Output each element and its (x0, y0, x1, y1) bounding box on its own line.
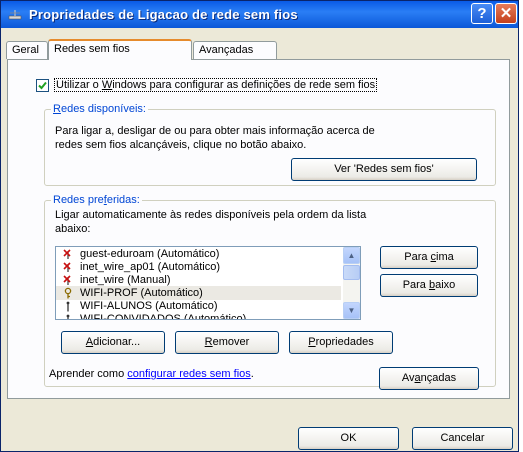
available-networks-legend: Redes disponíveis: (51, 103, 148, 115)
tab-label: Redes sem fios (54, 43, 130, 55)
list-item-selected[interactable]: WIFI-PROF (Automático) (56, 286, 341, 300)
network-name: WIFI-CONVIDADOS (Automático) (80, 313, 247, 320)
list-scrollbar[interactable]: ▲ ▼ (343, 247, 360, 319)
network-name: inet_wire (Manual) (80, 274, 171, 286)
x-antenna-icon (62, 274, 74, 286)
x-antenna-icon (62, 261, 74, 273)
scroll-up-button[interactable]: ▲ (343, 247, 360, 264)
help-button[interactable]: ? (471, 3, 493, 24)
list-item[interactable]: guest-eduroam (Automático) (56, 247, 341, 261)
window-title: Propriedades de Ligacao de rede sem fios (29, 7, 298, 22)
configure-wireless-link[interactable]: configurar redes sem fios (127, 368, 251, 380)
move-down-button[interactable]: Para baixo (380, 274, 478, 297)
close-icon: ✕ (499, 5, 513, 22)
properties-dialog: Propriedades de Ligacao de rede sem fios… (0, 0, 519, 452)
title-bar[interactable]: Propriedades de Ligacao de rede sem fios… (1, 1, 518, 28)
ok-button[interactable]: OK (298, 427, 399, 450)
network-connection-icon (8, 10, 22, 20)
scroll-thumb[interactable] (343, 265, 360, 280)
scroll-down-button[interactable]: ▼ (343, 302, 360, 319)
available-networks-description: Para ligar a, desligar de ou para obter … (55, 125, 375, 151)
list-item[interactable]: inet_wire_ap01 (Automático) (56, 260, 341, 274)
preferred-networks-description: Ligar automaticamente às redes disponíve… (55, 209, 367, 235)
tab-wireless-networks[interactable]: Redes sem fios (48, 39, 192, 60)
key-antenna-icon (62, 287, 74, 299)
list-item[interactable]: WIFI-ALUNOS (Automático) (56, 299, 341, 313)
network-name: guest-eduroam (Automático) (80, 248, 220, 260)
preferred-networks-list[interactable]: guest-eduroam (Automático) inet_wire_ap0… (55, 246, 361, 320)
x-antenna-icon (62, 248, 74, 260)
tab-advanced[interactable]: Avançadas (193, 41, 277, 59)
tab-general[interactable]: Geral (6, 41, 48, 59)
network-name: WIFI-PROF (Automático) (80, 287, 203, 299)
preferred-networks-legend: Redes preferidas: (51, 194, 142, 206)
antenna-icon (62, 313, 74, 319)
remove-button[interactable]: Remover (175, 331, 279, 354)
add-button[interactable]: Adicionar... (61, 331, 165, 354)
close-button[interactable]: ✕ (495, 3, 517, 24)
learn-more-text: Aprender como configurar redes sem fios. (49, 368, 254, 380)
help-icon: ? (477, 5, 487, 22)
tab-label: Avançadas (199, 44, 254, 56)
use-windows-label: Utilizar o Windows para configurar as de… (54, 78, 378, 92)
properties-button[interactable]: Propriedades (289, 331, 393, 354)
list-item[interactable]: WIFI-CONVIDADOS (Automático) (56, 312, 341, 320)
move-up-button[interactable]: Para cima (380, 246, 478, 269)
antenna-icon (62, 300, 74, 312)
advanced-button[interactable]: Avançadas (379, 367, 479, 390)
view-wireless-networks-button[interactable]: Ver 'Redes sem fios' (291, 158, 477, 181)
list-item[interactable]: inet_wire (Manual) (56, 273, 341, 287)
checkmark-icon (38, 81, 47, 90)
network-name: WIFI-ALUNOS (Automático) (80, 300, 218, 312)
use-windows-checkbox[interactable] (36, 79, 49, 92)
cancel-button[interactable]: Cancelar (412, 427, 513, 450)
tab-label: Geral (12, 44, 39, 56)
network-name: inet_wire_ap01 (Automático) (80, 261, 221, 273)
